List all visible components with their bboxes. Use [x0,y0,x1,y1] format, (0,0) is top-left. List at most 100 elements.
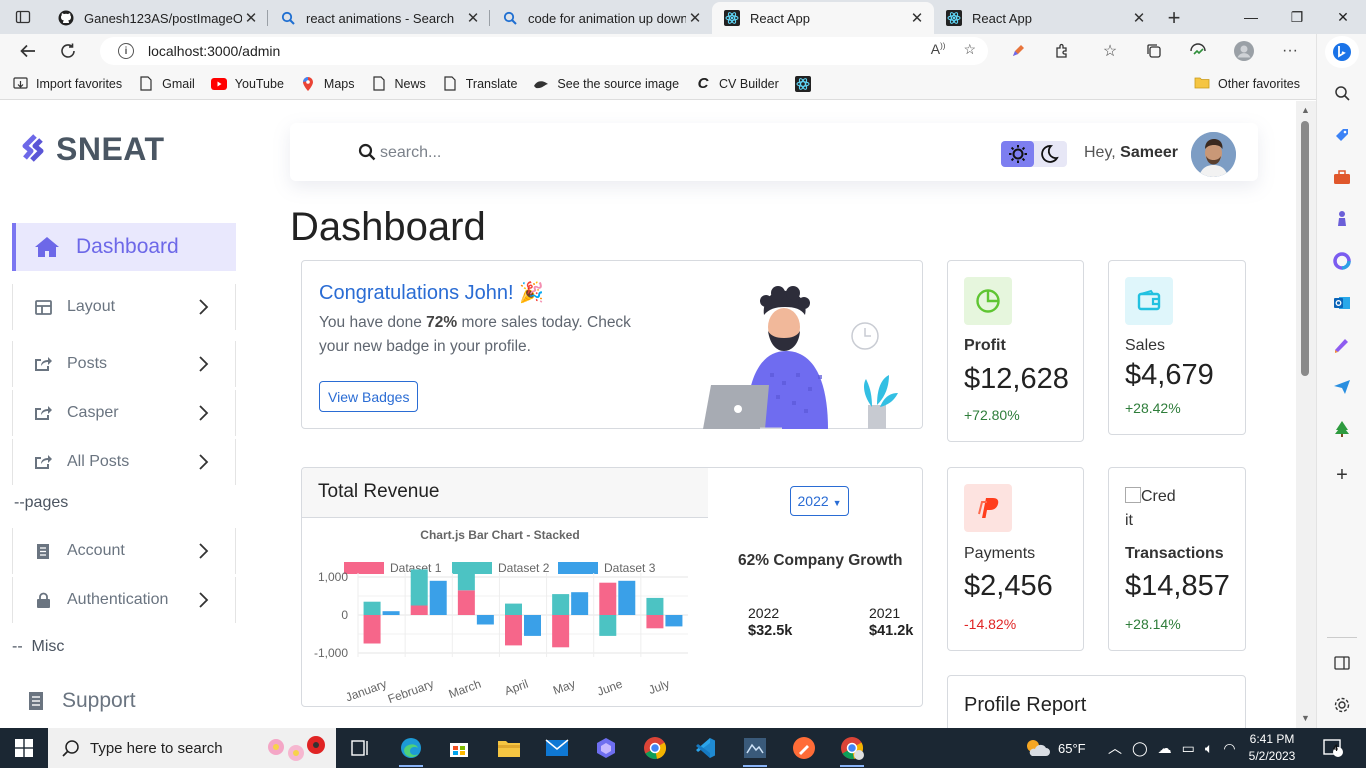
pen-icon[interactable] [1000,34,1036,68]
search-input[interactable] [380,140,680,166]
year-dropdown[interactable]: 2022 ▼ [790,486,849,516]
favorite-react[interactable] [794,75,819,92]
close-tab-icon[interactable]: ✕ [242,9,260,27]
new-tab-button[interactable]: + [1156,2,1192,34]
more-menu-icon[interactable]: ··· [1272,34,1308,68]
bar [457,590,475,615]
volume-icon[interactable]: 🔈︎ [1205,740,1213,757]
weather-widget[interactable]: 65°F [1024,728,1086,768]
search-icon[interactable] [1329,80,1355,106]
other-favorites[interactable]: Other favorites [1194,76,1300,92]
favorite-maps[interactable]: Maps [300,76,355,92]
home-icon [34,235,60,259]
scrollbar-thumb[interactable] [1301,121,1309,376]
favorite-news[interactable]: News [371,76,426,92]
favorite-label: News [394,76,426,91]
file-explorer-icon[interactable] [485,728,533,768]
profile-avatar-icon[interactable] [1226,34,1262,68]
favorite-translate[interactable]: Translate [442,76,517,92]
close-tab-icon[interactable]: ✕ [686,9,704,27]
dark-mode-moon-icon[interactable] [1039,144,1059,164]
browser-tab[interactable]: react animations - Search ✕ [268,2,490,34]
close-tab-icon[interactable]: ✕ [464,9,482,27]
sidebar-item-layout[interactable]: Layout [12,284,236,330]
sidebar-item-casper[interactable]: Casper [12,390,236,436]
bar [410,605,428,615]
edge-app-icon[interactable] [387,728,435,768]
postman-app-icon[interactable] [780,728,828,768]
show-hidden-icons-icon[interactable]: ︿ [1108,738,1122,758]
browser-tab[interactable]: Ganesh123AS/postImageOnly ✕ [46,2,268,34]
games-icon[interactable] [1329,206,1355,232]
shopping-tag-icon[interactable] [1329,122,1355,148]
designer-icon[interactable] [1329,332,1355,358]
photos-app-icon[interactable] [582,728,630,768]
onedrive-cloud-icon[interactable]: ☁ [1158,740,1172,757]
scroll-down-icon[interactable]: ▼ [1301,713,1310,723]
minimize-button[interactable]: — [1228,0,1274,34]
task-view-icon[interactable] [336,728,384,768]
mail-app-icon[interactable] [533,728,581,768]
split-screen-icon[interactable] [1329,650,1355,676]
favorite-gmail[interactable]: Gmail [138,76,195,92]
notifications-icon[interactable]: 4 [1322,728,1344,768]
chrome-app-icon[interactable] [631,728,679,768]
favorite-youtube[interactable]: YouTube [210,76,284,92]
add-favorite-icon[interactable]: ☆ [963,41,976,58]
sidebar-item-posts[interactable]: Posts [12,341,236,387]
theme-toggle[interactable] [1001,141,1067,167]
browser-tab[interactable]: code for animation up down ✕ [490,2,712,34]
wifi-icon[interactable]: ◠ [1223,740,1235,757]
office-icon[interactable] [1329,248,1355,274]
close-tab-icon[interactable]: ✕ [1130,9,1148,27]
refresh-icon[interactable] [48,34,88,68]
network-icon[interactable]: ◯ [1132,740,1148,757]
taskbar-search[interactable]: Type here to search [48,728,336,768]
favorite-source-image[interactable]: See the source image [533,76,679,92]
extensions-icon[interactable] [1044,34,1080,68]
clock[interactable]: 6:41 PM 5/2/2023 [1243,731,1301,765]
bing-icon[interactable] [1325,36,1359,68]
url-bar[interactable]: i localhost:3000/admin A)) ☆ [100,37,988,65]
back-icon[interactable] [8,34,48,68]
sidebar-item-dashboard[interactable]: Dashboard [12,223,236,271]
remote-app-icon[interactable] [731,728,779,768]
sidebar-item-support[interactable]: Support [14,678,238,724]
add-icon[interactable]: + [1329,462,1355,488]
site-info-icon[interactable]: i [118,43,134,59]
tree-icon[interactable] [1329,416,1355,442]
chrome-profile-app-icon[interactable] [828,728,876,768]
view-badges-button[interactable]: View Badges [319,381,419,412]
settings-gear-icon[interactable] [1329,692,1355,718]
close-tab-icon[interactable]: ✕ [908,9,926,27]
sidebar-item-account[interactable]: Account [12,528,236,574]
light-mode-sun-icon[interactable] [1001,141,1034,167]
browser-tab[interactable]: React App ✕ [934,2,1156,34]
collections-icon[interactable] [1136,34,1172,68]
brand-logo[interactable]: SNEAT [22,131,165,168]
performance-icon[interactable] [1180,34,1216,68]
tab-actions-icon[interactable] [0,0,46,34]
sidebar-item-authentication[interactable]: Authentication [12,577,236,623]
send-icon[interactable] [1329,374,1355,400]
browser-tab-active[interactable]: React App ✕ [712,2,934,34]
sidebar-item-label: Posts [67,355,108,372]
close-window-button[interactable]: ✕ [1320,0,1366,34]
scroll-up-icon[interactable]: ▲ [1301,105,1310,115]
outlook-icon[interactable] [1329,290,1355,316]
favorite-cv-builder[interactable]: C CV Builder [695,75,779,92]
windows-start-icon[interactable] [0,728,48,768]
read-aloud-icon[interactable]: A)) [931,41,946,58]
tools-icon[interactable] [1329,164,1355,190]
battery-icon[interactable]: ▭ [1182,740,1195,757]
store-app-icon[interactable] [435,728,483,768]
favorites-icon[interactable]: ☆ [1092,34,1128,68]
bar [429,580,447,615]
user-avatar[interactable] [1191,132,1236,177]
vscode-app-icon[interactable] [681,728,729,768]
sidebar-item-all-posts[interactable]: All Posts [12,439,236,485]
legend-label: Dataset 2 [498,561,550,575]
page-scrollbar[interactable]: ▲ ▼ [1296,101,1316,728]
restore-button[interactable]: ❐ [1274,0,1320,34]
favorite-import[interactable]: Import favorites [12,76,122,92]
